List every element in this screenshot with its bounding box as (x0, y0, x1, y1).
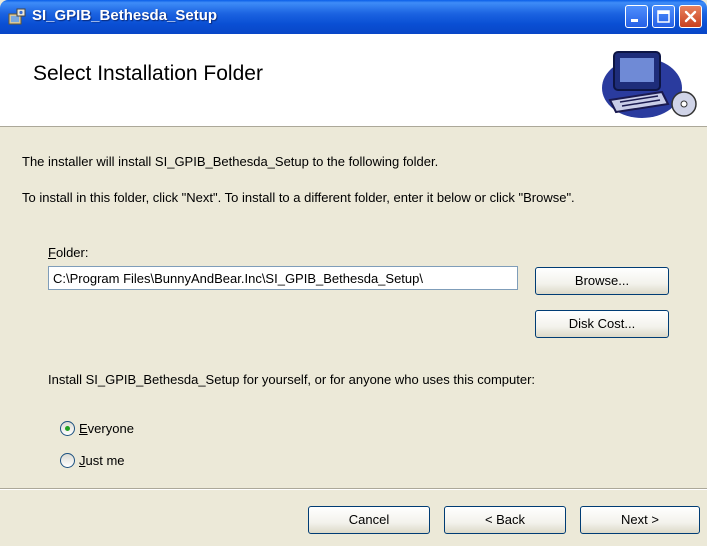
folder-path-input[interactable] (48, 266, 518, 290)
minimize-button[interactable] (625, 5, 648, 28)
close-icon (684, 10, 697, 23)
page-title: Select Installation Folder (33, 62, 263, 85)
radio-selected-dot (65, 426, 70, 431)
radio-button-everyone[interactable] (60, 421, 75, 436)
radio-label-everyone: Everyone (79, 421, 134, 436)
radio-button-just-me[interactable] (60, 453, 75, 468)
install-description: The installer will install SI_GPIB_Bethe… (22, 154, 439, 169)
folder-label-hotkey: F (48, 245, 56, 260)
browse-button[interactable]: Browse... (535, 267, 669, 295)
close-button[interactable] (679, 5, 702, 28)
maximize-icon (657, 10, 670, 23)
install-for-prompt: Install SI_GPIB_Bethesda_Setup for yours… (48, 372, 536, 387)
back-button[interactable]: < Back (444, 506, 566, 534)
cancel-button[interactable]: Cancel (308, 506, 430, 534)
install-instructions: To install in this folder, click "Next".… (22, 190, 575, 205)
header-banner: Select Installation Folder (0, 34, 707, 127)
folder-label-text: older: (55, 245, 89, 260)
next-button[interactable]: Next > (580, 506, 700, 534)
computer-disc-icon (602, 51, 697, 118)
installer-app-icon (8, 8, 26, 25)
installer-window: SI_GPIB_Bethesda_Setup Select Installati… (0, 0, 707, 546)
maximize-button[interactable] (652, 5, 675, 28)
title-bar[interactable]: SI_GPIB_Bethesda_Setup (0, 0, 707, 34)
radio-label-just-me: Just me (79, 453, 125, 468)
disk-cost-button[interactable]: Disk Cost... (535, 310, 669, 338)
footer-divider (0, 488, 707, 490)
folder-label: Folder: (48, 245, 88, 260)
minimize-icon (631, 19, 638, 22)
window-title: SI_GPIB_Bethesda_Setup (32, 7, 218, 24)
